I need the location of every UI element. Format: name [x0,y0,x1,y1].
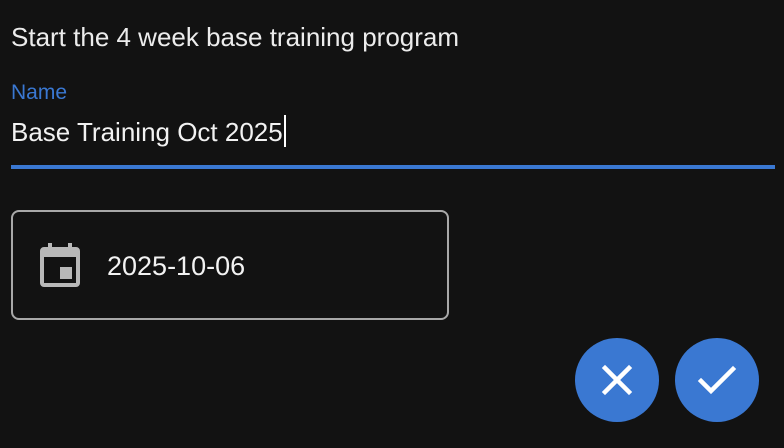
start-date-value: 2025-10-06 [107,251,246,281]
start-date-picker[interactable]: 2025-10-06 [11,210,449,320]
calendar-icon [40,243,80,287]
training-start-dialog: Start the 4 week base training program N… [0,0,784,448]
name-field-label: Name [11,81,68,104]
cancel-button[interactable] [575,338,659,422]
close-icon [601,364,633,396]
name-field-underline [11,165,775,169]
check-icon [697,365,737,395]
name-field[interactable]: Base Training Oct 2025 [11,110,775,170]
dialog-title: Start the 4 week base training program [11,22,460,52]
text-caret [283,115,286,147]
name-input[interactable]: Base Training Oct 2025 [11,112,286,152]
name-input-value: Base Training Oct 2025 [11,117,283,147]
confirm-button[interactable] [675,338,759,422]
